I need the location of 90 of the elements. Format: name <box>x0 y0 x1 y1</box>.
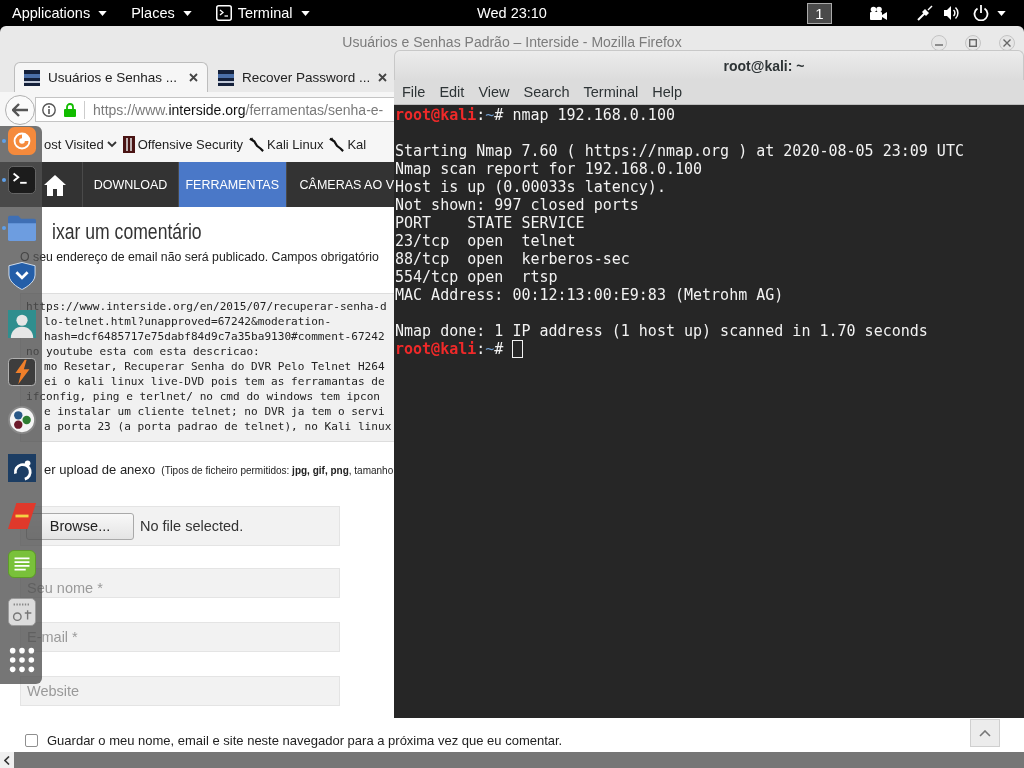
text-editor-icon[interactable] <box>8 550 36 578</box>
menu-item[interactable]: File <box>395 80 433 104</box>
output-line: Nmap done: 1 IP address (1 host up) scanned in 1.70 seconds <box>395 322 928 340</box>
prompt-line: root@kali:~# <box>395 340 505 358</box>
parallelogram-logo-icon[interactable] <box>8 502 36 530</box>
favicon-icon <box>218 69 234 86</box>
menu-item[interactable]: Edit <box>432 80 472 104</box>
close-button[interactable] <box>999 35 1015 51</box>
url-text: https://www.interside.org/ferramentas/senha-e- <box>93 101 384 118</box>
caret-icon <box>300 10 310 16</box>
output-line: Not shown: 997 closed ports <box>395 196 639 214</box>
power-icon[interactable] <box>973 5 989 21</box>
circles-icon[interactable] <box>8 406 36 434</box>
scroll-left-button[interactable] <box>0 752 14 768</box>
comment-text-line: mo Resetar, Recuperar Senha do DVR Pelo Telnet H264 <box>43 359 386 374</box>
upload-label: er upload de anexo <box>44 462 156 477</box>
chevron-left-icon <box>4 755 10 765</box>
output-line: 88/tcp open kerberos-sec <box>395 250 630 268</box>
lock-icon[interactable] <box>64 102 76 117</box>
caret-icon <box>997 10 1006 16</box>
menu-item[interactable]: Search <box>516 80 577 104</box>
panel-menu[interactable]: Places <box>119 0 204 26</box>
device-icon[interactable] <box>8 598 36 626</box>
menu-item[interactable]: View <box>471 80 517 104</box>
terminal-icon <box>215 5 232 21</box>
close-icon[interactable] <box>189 73 198 82</box>
upload-hint: (Tipos de ficheiro permitidos: jpg, gif, png, tamanho <box>161 464 394 478</box>
chevron-down-icon <box>106 141 117 148</box>
swirl-icon[interactable] <box>8 454 36 482</box>
bookmark-favicon-icon <box>122 136 135 153</box>
volume-icon[interactable] <box>944 5 960 21</box>
caret-icon <box>98 10 108 16</box>
back-button[interactable] <box>5 94 35 125</box>
bookmark-menu[interactable]: ost Visited <box>44 137 117 152</box>
bookmark[interactable]: Kali Linux <box>249 137 324 152</box>
shield-icon[interactable] <box>8 262 36 290</box>
lightning-icon[interactable] <box>8 358 36 386</box>
site-nav-item[interactable]: CÂMERAS AO V <box>286 162 394 207</box>
caret-up-icon <box>979 729 991 737</box>
squiggle-icon <box>249 137 264 152</box>
bookmark[interactable]: Kal <box>329 137 367 152</box>
file-status-text: No file selected. <box>140 518 244 534</box>
window-title: Usuários e Senhas Padrão – Interside - Mozilla Firefox <box>342 34 682 50</box>
output-line: Host is up (0.00033s latency). <box>395 178 666 196</box>
browser-icon[interactable] <box>8 127 36 155</box>
section-heading: ixar um comentário <box>52 220 202 244</box>
arrow-left-icon <box>12 102 28 117</box>
favicon-icon <box>24 69 40 86</box>
input-field[interactable]: Website <box>20 676 340 706</box>
url-field[interactable]: https://www.interside.org/ferramentas/senha-e- <box>35 97 394 122</box>
comment-text-line: a porta 23 (a porta padrao de telnet), no Kali linux <box>43 419 393 434</box>
horizontal-scrollbar[interactable] <box>0 752 1024 768</box>
video-camera-icon[interactable] <box>870 5 887 21</box>
checkbox[interactable] <box>25 734 38 747</box>
prompt-line: root@kali:~# nmap 192.168.0.100 <box>395 106 675 124</box>
output-line: 554/tcp open rtsp <box>395 268 558 286</box>
avatar-icon[interactable] <box>8 310 36 338</box>
menu-item[interactable]: Help <box>645 80 690 104</box>
squiggle-icon <box>329 137 345 152</box>
comment-text-line: hash=dcf6485717e75dabf84d9c7a35ba9130#comment-67242 <box>43 329 386 344</box>
close-icon[interactable] <box>378 73 388 82</box>
output-line: Nmap scan report for 192.168.0.100 <box>395 160 703 178</box>
bookmark[interactable]: Offensive Security <box>122 136 243 153</box>
plug-icon[interactable] <box>917 5 933 21</box>
caret-icon <box>182 10 192 16</box>
output-line: 23/tcp open telnet <box>395 232 576 250</box>
close-icon <box>1003 39 1011 47</box>
comment-text-line: ei o kali linux live-DVD pois tem as ferramantas de <box>43 374 386 389</box>
checkbox-label: Guardar o meu nome, email e site neste navegador para a próxima vez que eu comentar. <box>47 733 563 748</box>
browser-tab[interactable]: Usuários e Senhas ... <box>14 62 208 92</box>
app-grid-icon[interactable] <box>8 646 36 674</box>
output-line: PORT STATE SERVICE <box>395 214 585 232</box>
site-nav-item[interactable]: FERRAMENTAS <box>179 162 287 207</box>
workspace-indicator[interactable]: 1 <box>807 2 832 24</box>
output-line: MAC Address: 00:12:13:00:E9:83 (Metrohm AG) <box>395 286 784 304</box>
window-title: root@kali: ~ <box>723 57 805 74</box>
browser-tab[interactable]: Recover Password ... <box>208 62 394 92</box>
minimize-button[interactable] <box>931 35 947 51</box>
clock[interactable]: Wed 23:10 <box>477 5 547 21</box>
home-icon[interactable] <box>44 173 66 196</box>
terminal-icon[interactable] <box>8 166 36 194</box>
menu-item[interactable]: Terminal <box>576 80 646 104</box>
output-line: Starting Nmap 7.60 ( https://nmap.org ) at 2020-08-05 23:09 UTC <box>395 142 964 160</box>
maximize-button[interactable] <box>965 35 981 51</box>
panel-menu[interactable]: Terminal <box>203 0 322 26</box>
panel-menu[interactable]: Applications <box>0 0 120 26</box>
info-icon[interactable] <box>42 102 56 117</box>
maximize-icon <box>969 39 977 47</box>
comment-text-line: lo-telnet.html?unapproved=67242&moderation- <box>43 314 333 329</box>
comment-text-line: e instalar um cliente telnet; no DVR ja tem o servi <box>43 404 386 419</box>
